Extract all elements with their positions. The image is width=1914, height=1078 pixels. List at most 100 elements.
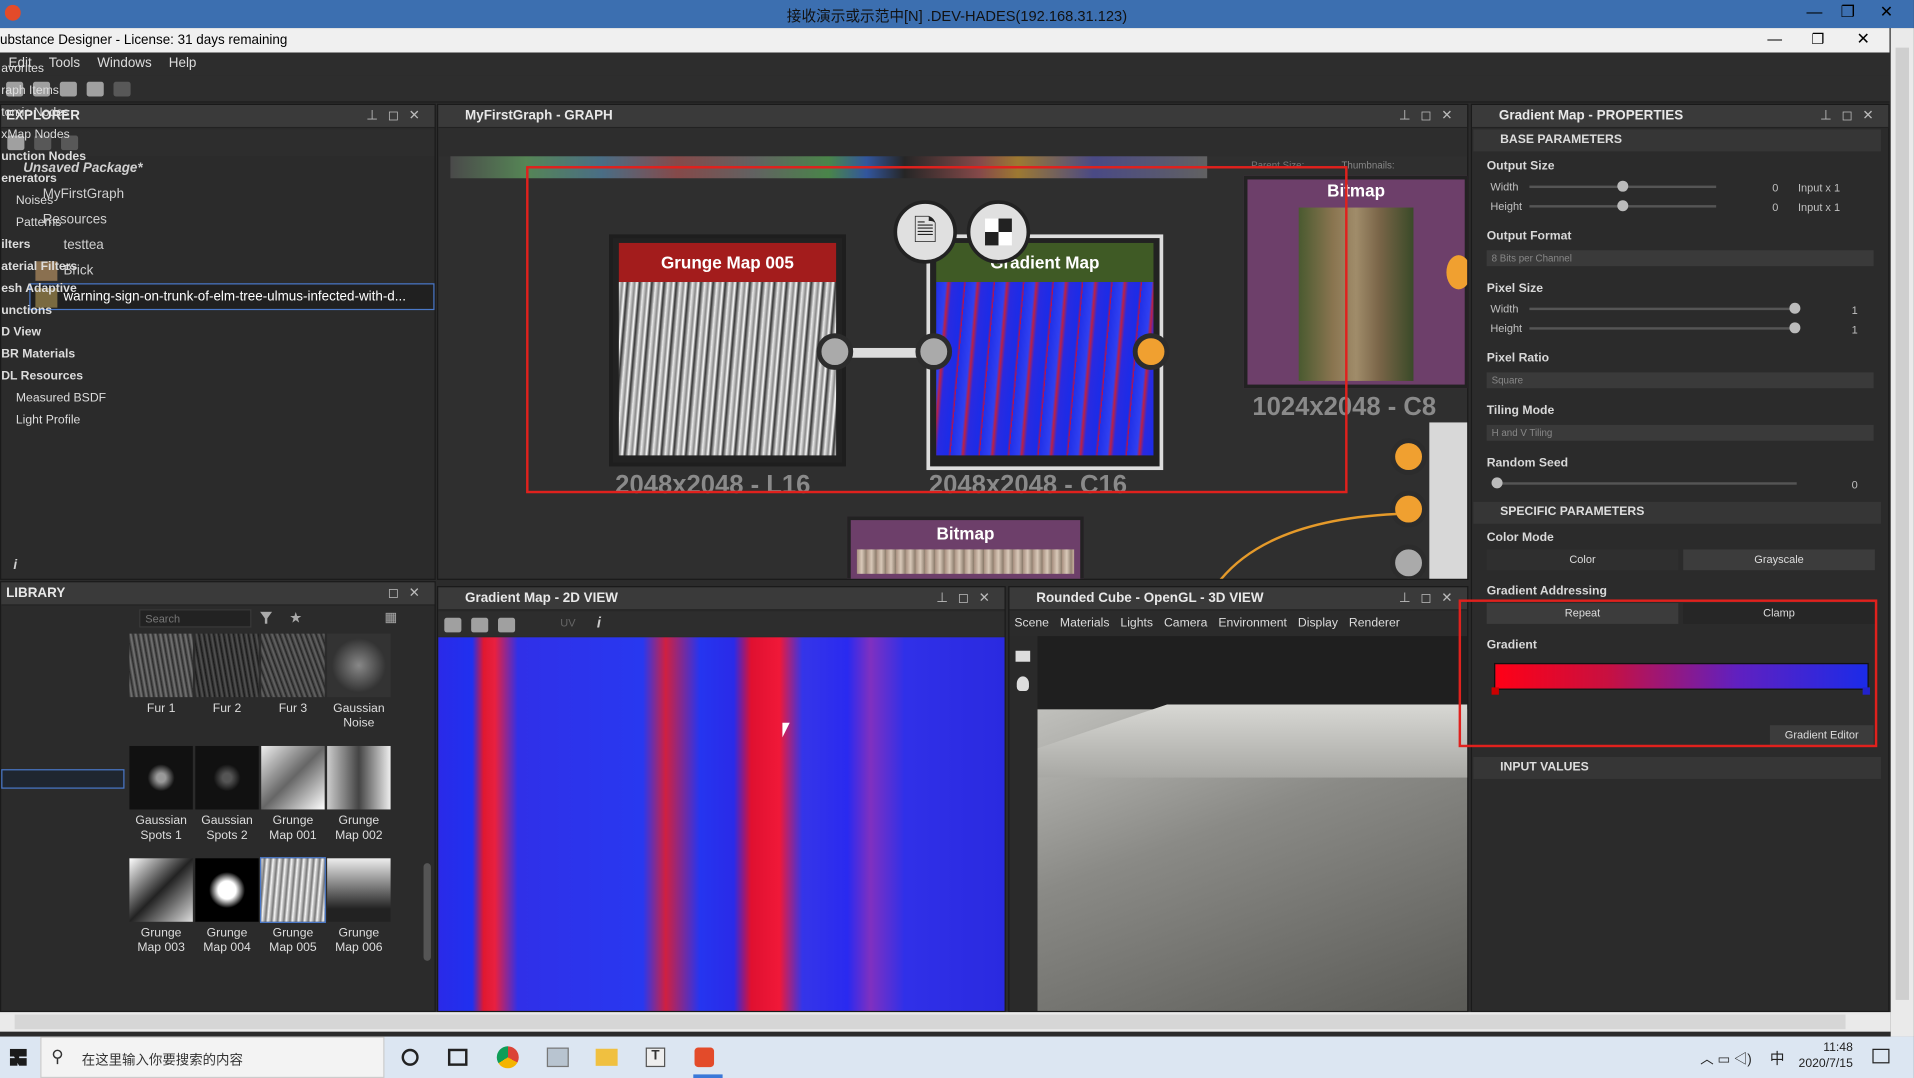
app-restore-icon[interactable]: ❐ [1811, 31, 1824, 48]
info-icon[interactable]: i [597, 614, 601, 631]
app-minimize-icon[interactable]: — [1767, 31, 1782, 48]
redo-icon[interactable] [113, 81, 131, 97]
input-values-section[interactable]: INPUT VALUES [1473, 756, 1881, 779]
menu-tools[interactable]: Tools [40, 52, 88, 74]
pixel-width-slider[interactable] [1529, 302, 1801, 314]
library-thumbnail[interactable] [261, 745, 325, 810]
resource-item[interactable]: warning-sign-on-trunk-of-elm-tree-ulmus-… [63, 284, 405, 308]
output-format-dropdown[interactable]: 8 Bits per Channel [1486, 250, 1874, 267]
library-scrollbar[interactable] [423, 863, 431, 961]
library-category[interactable]: raph Items [1, 84, 59, 97]
view3d-menu-item[interactable]: Camera [1159, 617, 1213, 630]
socket[interactable] [1390, 438, 1427, 475]
library-category[interactable]: BR Materials [1, 348, 75, 361]
library-category[interactable]: D View [1, 326, 41, 339]
library-category[interactable]: aterial Filters [1, 260, 77, 273]
tiling-mode-dropdown[interactable]: H and V Tiling [1486, 424, 1874, 441]
library-thumbnail[interactable] [129, 858, 193, 922]
menu-help[interactable]: Help [160, 52, 205, 74]
library-category[interactable]: Noises [16, 194, 53, 207]
library-thumbnail[interactable] [129, 745, 193, 810]
socket[interactable] [1446, 255, 1468, 290]
chrome-icon[interactable] [496, 1046, 519, 1069]
pixel-ratio-dropdown[interactable]: Square [1486, 372, 1874, 389]
library-category[interactable]: Patterns [16, 216, 61, 229]
output-height-slider[interactable] [1529, 200, 1717, 212]
color-mode-grayscale-button[interactable]: Grayscale [1683, 549, 1875, 571]
save-icon[interactable] [471, 617, 489, 633]
view2d-canvas[interactable] [438, 637, 1005, 1011]
windows-start-icon[interactable] [9, 1048, 27, 1066]
library-thumbnail[interactable] [261, 633, 325, 698]
library-category[interactable]: avorites [1, 62, 44, 75]
tray-icons[interactable]: ︿ ▭ ◁) [1700, 1049, 1751, 1069]
copy-icon[interactable] [498, 617, 516, 633]
library-thumbnail[interactable] [259, 857, 326, 924]
specific-parameters-section[interactable]: SPECIFIC PARAMETERS [1473, 501, 1881, 524]
panel-controls[interactable]: ⊥◻✕ [936, 587, 999, 610]
light-icon[interactable] [1016, 676, 1029, 692]
output-width-value[interactable]: 0 [1772, 182, 1778, 194]
info-icon[interactable]: i [13, 553, 17, 577]
library-category[interactable]: esh Adaptive [1, 282, 77, 295]
save-icon[interactable] [59, 81, 77, 97]
library-category[interactable]: tomic Nodes [1, 106, 69, 119]
undo-icon[interactable] [86, 81, 104, 97]
view3d-menu-item[interactable]: Environment [1214, 617, 1294, 630]
fit-icon[interactable] [444, 617, 462, 633]
library-search-input[interactable]: Search [139, 609, 252, 628]
cortana-icon[interactable] [401, 1048, 419, 1066]
base-parameters-section[interactable]: BASE PARAMETERS [1473, 129, 1881, 152]
window-scrollbar[interactable] [1890, 28, 1914, 1037]
file-explorer-icon[interactable] [595, 1048, 618, 1066]
resource-item[interactable]: testtea [63, 233, 103, 257]
star-icon[interactable]: ★ [289, 609, 302, 626]
output-height-value[interactable]: 0 [1772, 201, 1778, 213]
restore-icon[interactable]: ❐ [1841, 1, 1855, 23]
library-thumbnail[interactable] [195, 858, 259, 922]
ime-indicator[interactable]: 中 [1770, 1048, 1785, 1069]
view3d-menu-item[interactable]: Display [1293, 617, 1344, 630]
taskbar-search-box[interactable]: ⚲ 在这里输入你要搜索的内容 [40, 1036, 385, 1078]
pixel-height-value[interactable]: 1 [1852, 324, 1858, 336]
task-view-icon[interactable] [447, 1048, 468, 1066]
remote-desktop-icon[interactable] [546, 1047, 569, 1068]
grid-view-icon[interactable]: ▦ [384, 609, 397, 625]
view3d-menu-item[interactable]: Renderer [1344, 617, 1406, 630]
panel-controls[interactable]: ⊥◻✕ [1820, 105, 1883, 128]
library-thumbnail[interactable] [327, 745, 391, 810]
library-category[interactable]: unction Nodes [1, 150, 86, 163]
panel-controls[interactable]: ◻✕ [388, 582, 430, 605]
close-icon[interactable]: ✕ [1880, 1, 1893, 23]
library-thumbnail[interactable] [129, 633, 193, 698]
view3d-menu-item[interactable]: Scene [1009, 617, 1055, 630]
panel-controls[interactable]: ⊥◻✕ [1399, 105, 1462, 128]
library-thumbnail[interactable] [327, 633, 391, 698]
text-app-icon[interactable]: T [645, 1047, 666, 1068]
library-category[interactable]: ilters [1, 238, 30, 251]
library-category[interactable]: Light Profile [16, 414, 80, 427]
uv-label[interactable]: UV [560, 617, 575, 629]
substance-designer-icon[interactable] [694, 1047, 715, 1068]
library-thumbnail[interactable] [195, 745, 259, 810]
view3d-menu-item[interactable]: Materials [1055, 617, 1116, 630]
library-category[interactable]: unctions [1, 304, 52, 317]
library-category[interactable]: Measured BSDF [16, 392, 106, 405]
bitmap-node-2[interactable]: Bitmap [847, 516, 1084, 579]
notification-icon[interactable] [1872, 1048, 1890, 1064]
view3d-menu-item[interactable]: Lights [1116, 617, 1160, 630]
library-thumbnail[interactable] [195, 633, 259, 698]
pixel-width-value[interactable]: 1 [1852, 304, 1858, 316]
library-thumbnail[interactable] [327, 858, 391, 922]
library-category[interactable]: xMap Nodes [1, 128, 70, 141]
color-mode-color-button[interactable]: Color [1486, 549, 1679, 571]
output-width-slider[interactable] [1529, 180, 1717, 192]
panel-controls[interactable]: ⊥◻✕ [366, 105, 429, 128]
minimize-icon[interactable]: — [1806, 1, 1822, 23]
horizontal-scrollbar[interactable] [0, 1012, 1891, 1032]
random-seed-value[interactable]: 0 [1852, 479, 1858, 491]
menu-windows[interactable]: Windows [89, 52, 161, 74]
library-category[interactable]: enerators [1, 172, 57, 185]
taskbar-clock[interactable]: 11:48 2020/7/15 [1794, 1040, 1853, 1072]
random-seed-slider[interactable] [1491, 477, 1797, 489]
